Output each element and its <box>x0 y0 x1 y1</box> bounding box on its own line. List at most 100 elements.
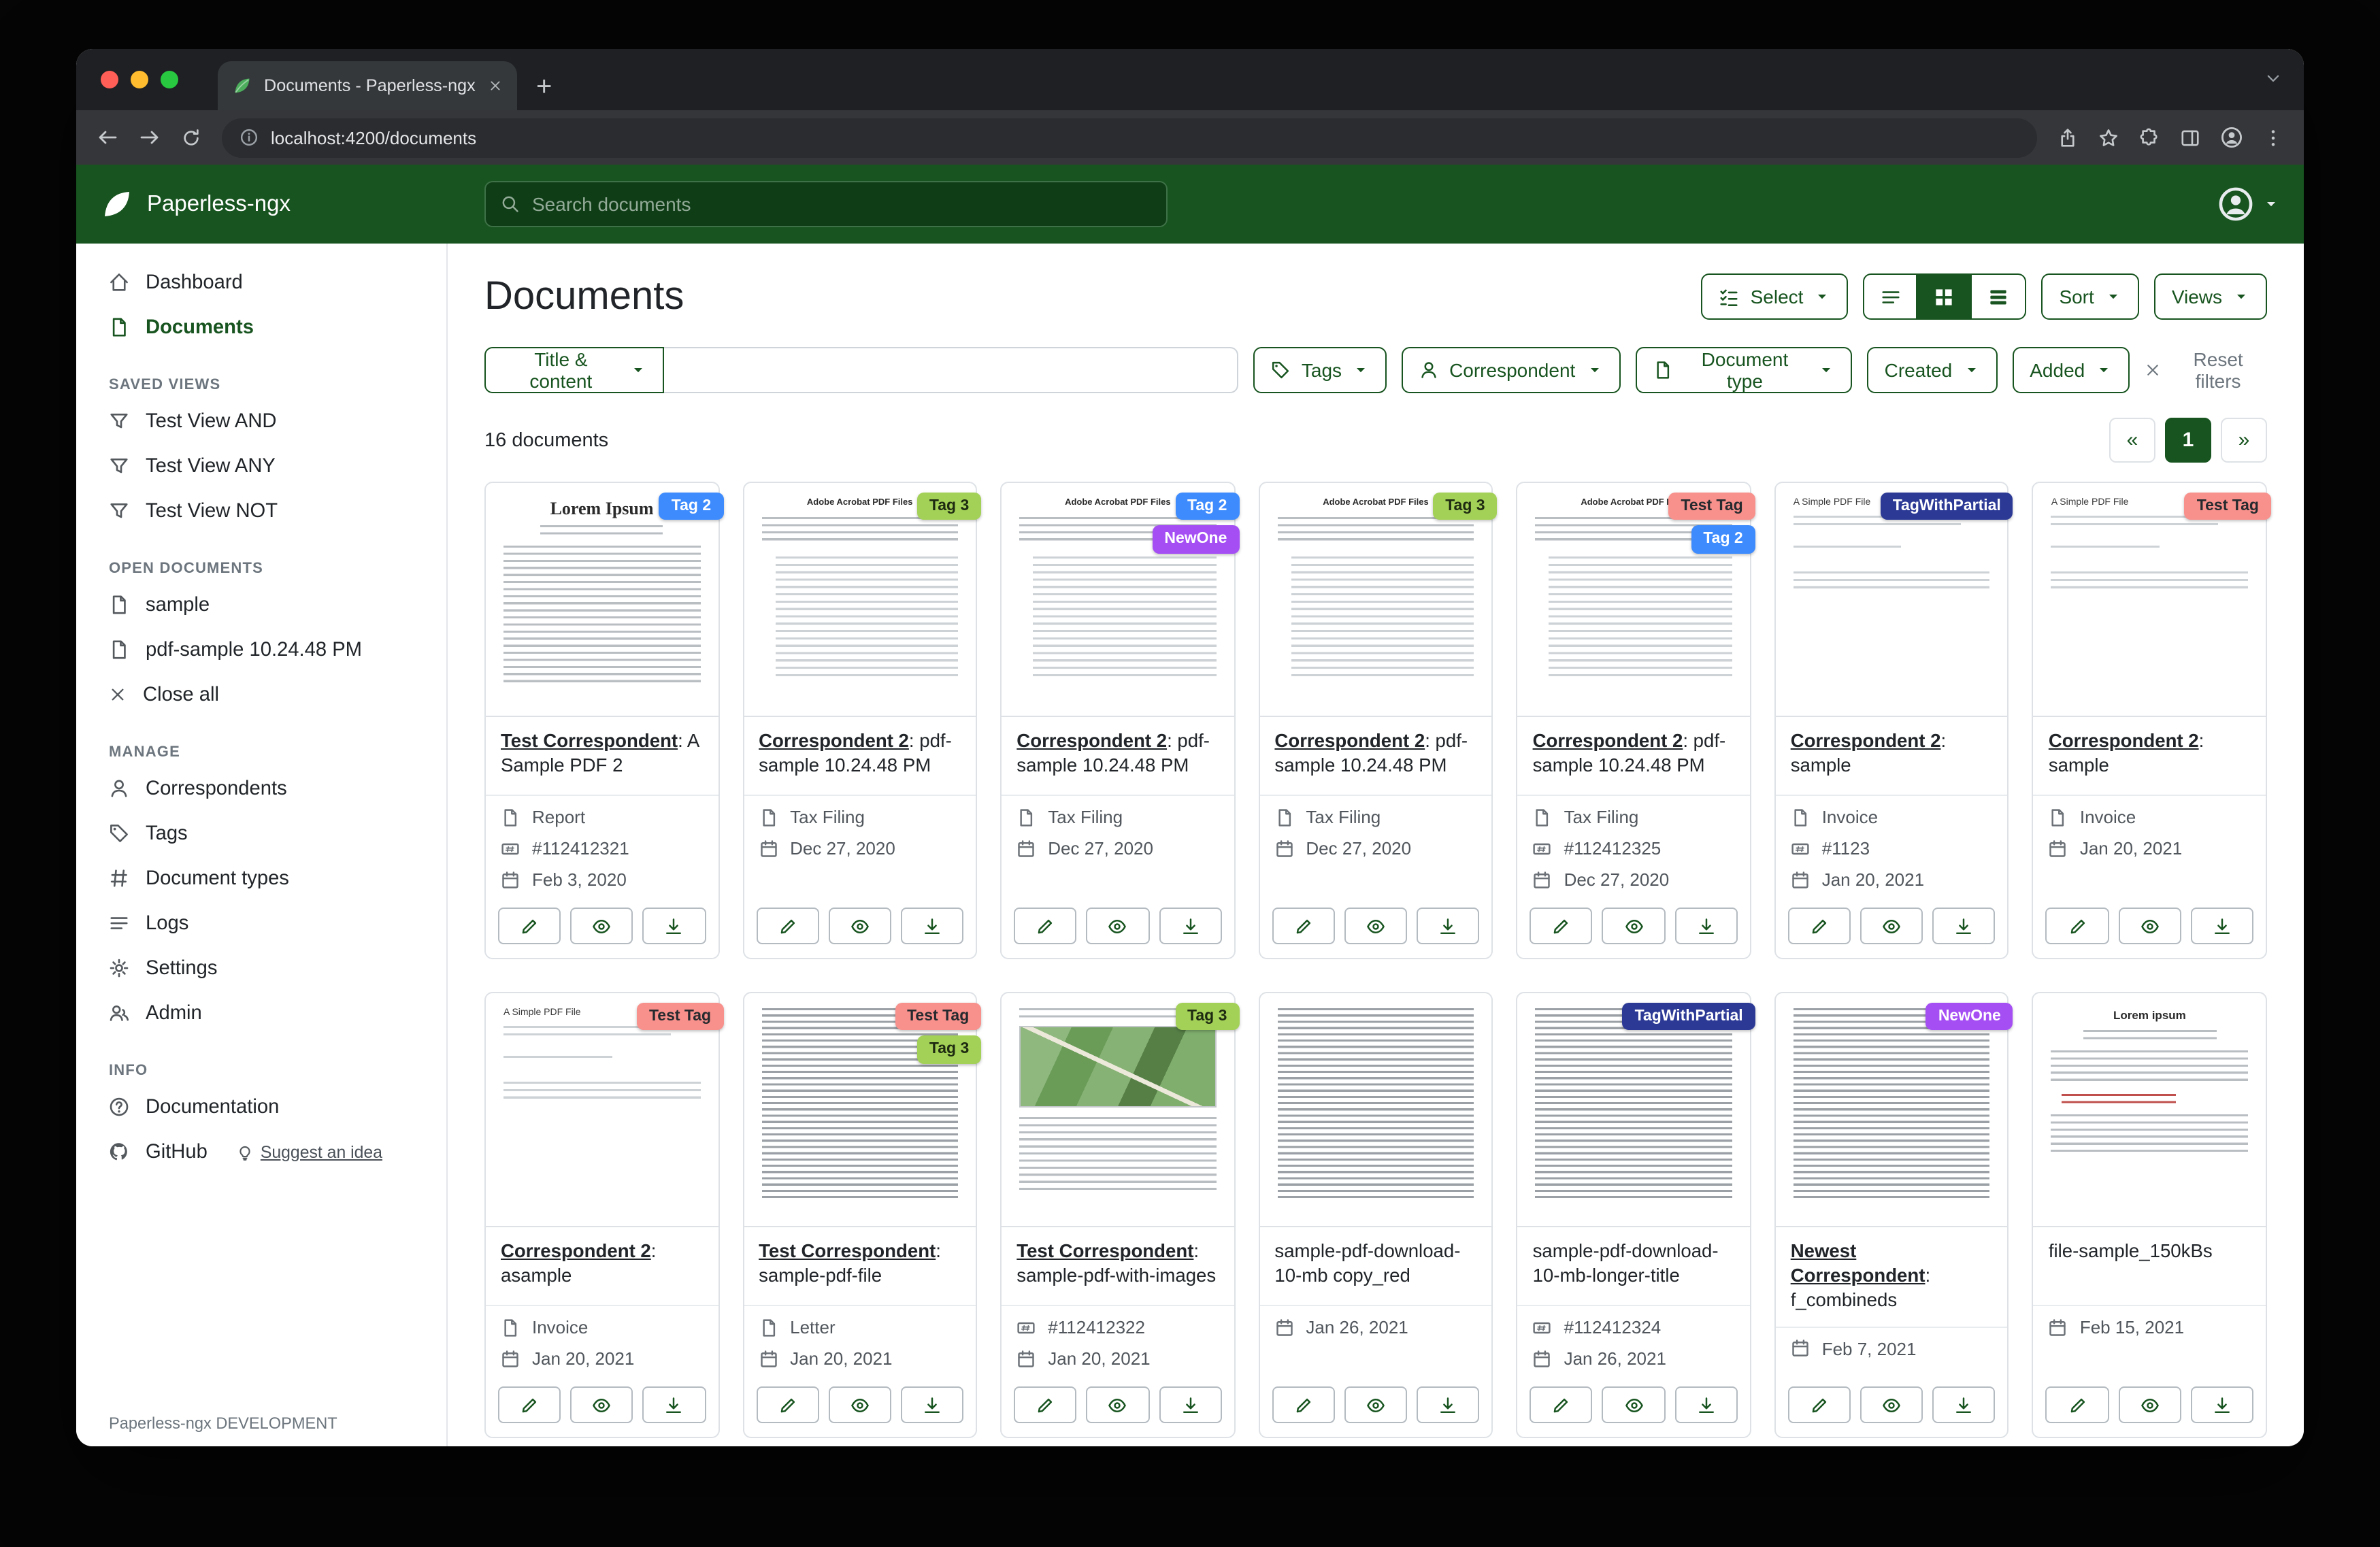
sidebar-item-logs[interactable]: Logs <box>76 901 446 946</box>
correspondent-link[interactable]: Correspondent 2 <box>2049 731 2199 751</box>
download-button[interactable] <box>901 1386 963 1423</box>
correspondent-link[interactable]: Correspondent 2 <box>759 731 909 751</box>
view-button[interactable] <box>829 908 891 944</box>
correspondent-link[interactable]: Test Correspondent <box>501 731 678 751</box>
document-card[interactable]: Test Tag Tag 3 Test Correspondent: sampl… <box>742 992 977 1438</box>
suggest-an-idea-label[interactable]: Suggest an idea <box>261 1142 382 1161</box>
document-card[interactable]: Adobe Acrobat PDF Files Tag 3 Correspond… <box>742 482 977 959</box>
document-title[interactable]: Test Correspondent: sample-pdf-file <box>744 1227 976 1306</box>
document-title[interactable]: Correspondent 2: pdf-sample 10.24.48 PM <box>1002 717 1234 796</box>
document-card[interactable]: Adobe Acrobat PDF Files Tag 2 NewOne Cor… <box>1000 482 1235 959</box>
sidebar-item-github[interactable]: GitHub Suggest an idea <box>76 1129 446 1174</box>
tag-badge[interactable]: NewOne <box>1152 526 1239 554</box>
correspondent-link[interactable]: Correspondent 2 <box>1791 731 1941 751</box>
tag-badge[interactable]: Test Tag <box>895 1003 981 1031</box>
sidebar-item-open-doc-sample[interactable]: sample <box>76 582 446 627</box>
back-icon[interactable] <box>97 127 118 148</box>
app-brand[interactable]: Paperless-ngx <box>101 188 484 220</box>
document-card[interactable]: Adobe Acrobat PDF Files Test Tag Tag 2 C… <box>1517 482 1751 959</box>
address-bar[interactable]: localhost:4200/documents <box>222 118 2037 157</box>
view-button[interactable] <box>2118 1386 2181 1423</box>
close-window-button[interactable] <box>101 71 118 88</box>
site-info-icon[interactable] <box>239 128 259 147</box>
previous-page-button[interactable]: « <box>2109 418 2155 463</box>
sort-button[interactable]: Sort <box>2041 273 2138 320</box>
minimize-window-button[interactable] <box>131 71 148 88</box>
tag-badge[interactable]: Tag 3 <box>1433 493 1497 520</box>
correspondent-link[interactable]: Correspondent 2 <box>1274 731 1425 751</box>
correspondent-link[interactable]: Newest Correspondent <box>1791 1241 1926 1286</box>
sidebar-item-tags[interactable]: Tags <box>76 811 446 856</box>
tag-badge[interactable]: Tag 2 <box>659 493 723 520</box>
view-button[interactable] <box>829 1386 891 1423</box>
correspondent-link[interactable]: Correspondent 2 <box>501 1241 651 1261</box>
document-title[interactable]: Correspondent 2: sample <box>2034 717 2266 796</box>
reset-filters-button[interactable]: Reset filters <box>2145 348 2267 392</box>
next-page-button[interactable]: » <box>2221 418 2267 463</box>
edit-button[interactable] <box>1014 908 1076 944</box>
edit-button[interactable] <box>498 1386 561 1423</box>
edit-button[interactable] <box>1014 1386 1076 1423</box>
edit-button[interactable] <box>756 1386 819 1423</box>
document-card[interactable]: A Simple PDF File Test Tag Correspondent… <box>2032 482 2267 959</box>
view-button[interactable] <box>1602 908 1665 944</box>
document-title[interactable]: Newest Correspondent: f_combineds <box>1776 1227 2008 1327</box>
sidebar-item-close-all[interactable]: Close all <box>76 672 446 717</box>
edit-button[interactable] <box>498 908 561 944</box>
edit-button[interactable] <box>2046 908 2109 944</box>
view-button[interactable] <box>1087 1386 1149 1423</box>
download-button[interactable] <box>901 908 963 944</box>
document-thumbnail[interactable]: Lorem ipsum <box>2034 993 2266 1227</box>
view-button[interactable] <box>2118 908 2181 944</box>
document-title[interactable]: sample-pdf-download-10-mb-longer-title <box>1518 1227 1750 1306</box>
document-title[interactable]: Correspondent 2: pdf-sample 10.24.48 PM <box>1518 717 1750 796</box>
download-button[interactable] <box>643 1386 706 1423</box>
new-tab-button[interactable]: + <box>536 73 552 101</box>
search-input[interactable] <box>532 193 1151 215</box>
correspondent-link[interactable]: Test Correspondent <box>1017 1241 1193 1261</box>
sidebar-item-open-doc-pdf-sample[interactable]: pdf-sample 10.24.48 PM <box>76 627 446 672</box>
download-button[interactable] <box>1159 1386 1221 1423</box>
tag-badge[interactable]: TagWithPartial <box>1881 493 2013 520</box>
tag-badge[interactable]: Test Tag <box>1669 493 1755 520</box>
download-button[interactable] <box>2191 908 2253 944</box>
tag-badge[interactable]: Test Tag <box>637 1003 723 1031</box>
download-button[interactable] <box>1932 908 1995 944</box>
correspondent-link[interactable]: Test Correspondent <box>759 1241 936 1261</box>
document-thumbnail[interactable] <box>1259 993 1491 1227</box>
created-filter-button[interactable]: Created <box>1867 347 1998 393</box>
added-filter-button[interactable]: Added <box>2012 347 2130 393</box>
document-card[interactable]: A Simple PDF File Test Tag Correspondent… <box>484 992 719 1438</box>
view-button[interactable] <box>1860 908 1923 944</box>
sidebar-item-test-view-and[interactable]: Test View AND <box>76 399 446 444</box>
views-button[interactable]: Views <box>2154 273 2267 320</box>
edit-button[interactable] <box>1788 908 1851 944</box>
bookmark-star-icon[interactable] <box>2098 127 2119 148</box>
document-title[interactable]: sample-pdf-download-10-mb copy_red <box>1259 1227 1491 1306</box>
edit-button[interactable] <box>2046 1386 2109 1423</box>
download-button[interactable] <box>1417 908 1479 944</box>
download-button[interactable] <box>1159 908 1221 944</box>
tag-badge[interactable]: Tag 3 <box>1175 1003 1239 1031</box>
edit-button[interactable] <box>1530 908 1593 944</box>
extensions-puzzle-icon[interactable] <box>2139 127 2160 148</box>
sidebar-item-documentation[interactable]: Documentation <box>76 1084 446 1129</box>
sidebar-item-dashboard[interactable]: Dashboard <box>76 260 446 305</box>
sidebar-item-settings[interactable]: Settings <box>76 946 446 991</box>
tag-badge[interactable]: Test Tag <box>2185 493 2271 520</box>
tag-badge[interactable]: Tag 3 <box>917 493 981 520</box>
document-title[interactable]: Test Correspondent: A Sample PDF 2 <box>486 717 718 796</box>
edit-button[interactable] <box>1272 1386 1334 1423</box>
tags-filter-button[interactable]: Tags <box>1254 347 1387 393</box>
document-card[interactable]: A Simple PDF File TagWithPartial Corresp… <box>1774 482 2009 959</box>
download-button[interactable] <box>2191 1386 2253 1423</box>
view-button[interactable] <box>570 1386 633 1423</box>
view-button[interactable] <box>1860 1386 1923 1423</box>
tab-search-chevron-icon[interactable] <box>2264 69 2282 87</box>
download-button[interactable] <box>1417 1386 1479 1423</box>
sidebar-item-correspondents[interactable]: Correspondents <box>76 766 446 811</box>
browser-tab[interactable]: Documents - Paperless-ngx <box>218 61 517 110</box>
side-panel-icon[interactable] <box>2180 127 2200 148</box>
edit-button[interactable] <box>1530 1386 1593 1423</box>
detail-view-button[interactable] <box>1972 273 2026 320</box>
